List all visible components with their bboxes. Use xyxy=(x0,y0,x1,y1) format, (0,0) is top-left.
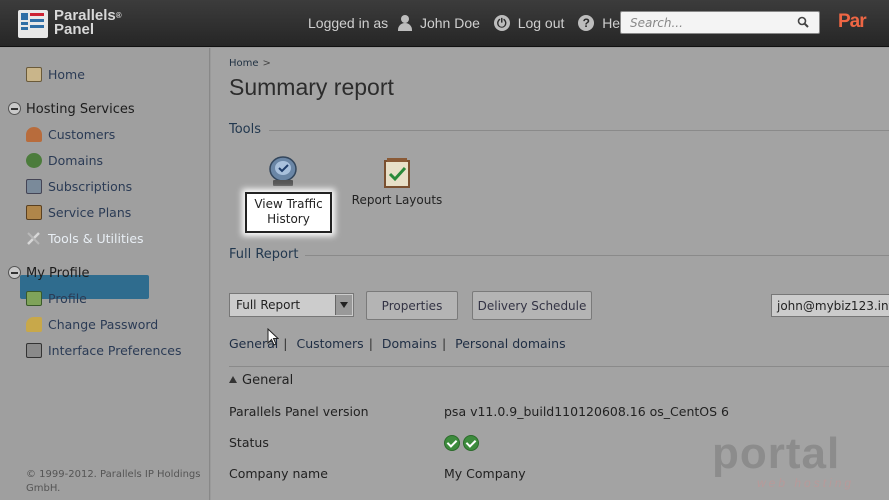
sidebar-item-interface-preferences[interactable]: Interface Preferences xyxy=(26,343,181,358)
company-name-value: My Company xyxy=(444,466,526,481)
logout-link[interactable]: Log out xyxy=(518,15,565,31)
user-area: Logged in as John Doe ⏻ Log out ? Help xyxy=(308,14,631,32)
status-ok-icon xyxy=(463,435,479,451)
email-field[interactable]: john@mybiz123.info xyxy=(771,294,889,317)
collapse-icon[interactable] xyxy=(8,266,21,279)
chevron-down-icon[interactable] xyxy=(335,295,352,315)
brand-logo-right: Par xyxy=(838,11,867,32)
company-name-label: Company name xyxy=(229,466,328,481)
sidebar-item-tools-utilities[interactable]: Tools & Utilities xyxy=(26,231,144,246)
copyright-text: © 1999-2012. Parallels IP Holdings GmbH. xyxy=(26,469,201,494)
watermark-logo: portal xyxy=(712,429,841,478)
subscriptions-icon xyxy=(26,179,42,194)
general-section-toggle[interactable]: General xyxy=(229,373,293,388)
tools-icon xyxy=(26,231,42,246)
key-icon xyxy=(26,317,42,332)
mouse-cursor-icon xyxy=(267,328,279,346)
properties-button[interactable]: Properties xyxy=(366,291,458,320)
preferences-icon xyxy=(26,343,42,358)
tab-personal-domains[interactable]: Personal domains xyxy=(455,336,565,351)
traffic-history-icon[interactable] xyxy=(267,156,299,188)
report-layouts-icon[interactable] xyxy=(384,158,410,188)
search-input[interactable]: Search... xyxy=(620,11,820,34)
full-report-heading: Full Report xyxy=(229,247,299,262)
top-bar: Parallels® Panel Logged in as John Doe ⏻… xyxy=(0,0,889,47)
search-placeholder: Search... xyxy=(630,16,683,30)
sidebar-section-my-profile[interactable]: My Profile xyxy=(8,266,89,281)
customers-icon xyxy=(26,127,42,142)
sidebar-item-subscriptions[interactable]: Subscriptions xyxy=(26,179,132,194)
report-layouts-label[interactable]: Report Layouts xyxy=(348,193,446,207)
help-icon: ? xyxy=(578,15,595,32)
power-icon: ⏻ xyxy=(493,15,510,32)
sidebar-section-hosting-services[interactable]: Hosting Services xyxy=(8,102,135,117)
sidebar-item-customers[interactable]: Customers xyxy=(26,127,115,142)
section-divider xyxy=(229,366,889,367)
collapse-icon[interactable] xyxy=(8,102,21,115)
panel-version-value: psa v11.0.9_build110120608.16 os_CentOS … xyxy=(444,404,730,419)
parallels-panel-logo[interactable]: Parallels® Panel xyxy=(18,7,158,39)
status-label: Status xyxy=(229,435,269,450)
profile-icon xyxy=(26,291,42,306)
collapse-triangle-icon xyxy=(229,376,237,383)
panel-version-label: Parallels Panel version xyxy=(229,404,369,419)
service-plans-icon xyxy=(26,205,42,220)
logo-text: Parallels® Panel xyxy=(54,7,122,38)
sidebar: Home Hosting Services Customers Domains … xyxy=(0,48,210,500)
panel-logo-icon xyxy=(18,10,48,38)
breadcrumb: Home > xyxy=(229,58,271,69)
sidebar-item-change-password[interactable]: Change Password xyxy=(26,317,158,332)
status-ok-icon xyxy=(444,435,460,451)
tab-domains[interactable]: Domains xyxy=(382,336,437,351)
tools-heading: Tools xyxy=(229,122,262,137)
sidebar-item-profile[interactable]: Profile xyxy=(26,291,87,306)
user-name-link[interactable]: John Doe xyxy=(420,15,480,31)
sidebar-item-home[interactable]: Home xyxy=(26,67,85,82)
view-traffic-history-button[interactable]: View Traffic History xyxy=(245,192,332,233)
status-value xyxy=(444,435,482,454)
section-divider xyxy=(305,255,889,256)
report-tabs: General | Customers | Domains | Personal do… xyxy=(229,336,566,351)
section-divider xyxy=(269,130,889,131)
breadcrumb-home[interactable]: Home xyxy=(229,58,259,69)
domains-icon xyxy=(26,153,42,168)
delivery-schedule-button[interactable]: Delivery Schedule xyxy=(472,291,592,320)
sidebar-item-domains[interactable]: Domains xyxy=(26,153,103,168)
home-icon xyxy=(26,67,42,82)
search-icon[interactable] xyxy=(797,16,809,28)
tab-customers[interactable]: Customers xyxy=(296,336,363,351)
sidebar-item-service-plans[interactable]: Service Plans xyxy=(26,205,131,220)
page-title: Summary report xyxy=(229,74,394,100)
watermark-subtitle: web hosting xyxy=(757,476,855,490)
report-select[interactable]: Full Report xyxy=(229,293,354,317)
logged-in-label: Logged in as xyxy=(308,15,389,32)
user-icon xyxy=(398,15,413,32)
